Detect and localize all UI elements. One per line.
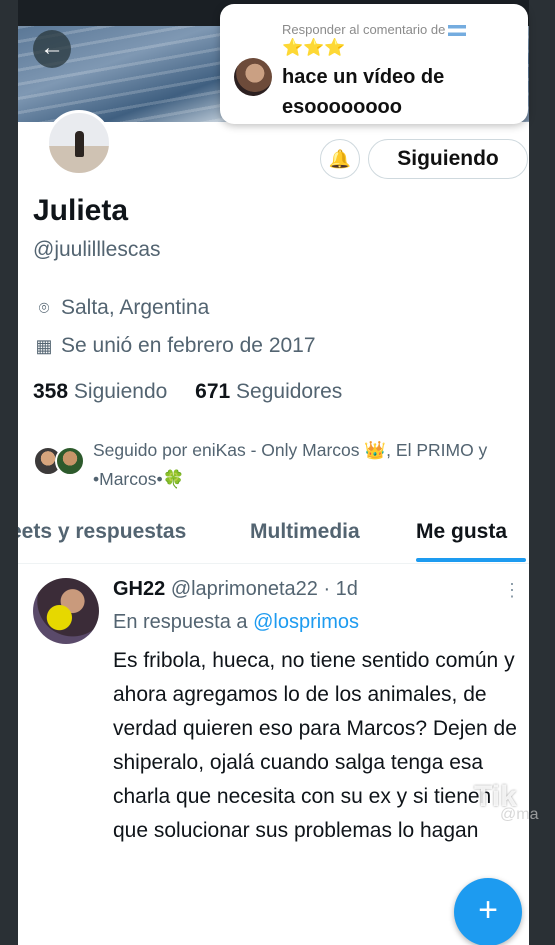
following-button[interactable]: Siguiendo — [368, 139, 528, 179]
star-emojis: ⭐⭐⭐ — [282, 38, 346, 57]
tweet-body: Es fribola, hueca, no tiene sentido comú… — [113, 649, 517, 842]
followed-by[interactable]: Seguido por eniKas - Only Marcos 👑, El P… — [33, 436, 523, 496]
following-count[interactable]: 358 — [33, 380, 68, 403]
profile-tabs: eets y respuestas Multimedia Me gusta — [18, 514, 529, 564]
followed-by-text: Seguido por eniKas - Only Marcos 👑, El P… — [93, 440, 488, 489]
profile-name: Julieta — [33, 194, 129, 227]
more-options-icon[interactable]: ⋮ — [503, 580, 521, 601]
location-row: ⌾ Salta, Argentina — [33, 296, 210, 320]
reply-overlay-header-text: Responder al comentario de — [282, 22, 446, 37]
reply-context: En respuesta a @losprimos — [113, 611, 359, 634]
joined-row: ▦ Se unió en febrero de 2017 — [33, 334, 316, 358]
joined-text: Se unió en febrero de 2017 — [61, 334, 316, 357]
reply-comment-overlay: Responder al comentario de ⭐⭐⭐ hace un v… — [220, 4, 528, 124]
followers-count[interactable]: 671 — [195, 380, 230, 403]
mutual-avatars — [33, 446, 93, 476]
tweet-author: GH22 @laprimoneta22 · 1d — [113, 578, 358, 601]
reply-overlay-header: Responder al comentario de — [282, 22, 467, 37]
tab-tweets-replies[interactable]: eets y respuestas — [18, 520, 186, 544]
reply-to-link[interactable]: @losprimos — [253, 611, 359, 633]
avatar — [55, 446, 85, 476]
tweet-time: · 1d — [323, 578, 358, 600]
tweet-author-name[interactable]: GH22 — [113, 578, 165, 600]
followers-label[interactable]: Seguidores — [236, 380, 342, 403]
active-tab-indicator — [416, 558, 526, 562]
left-edge — [0, 0, 18, 945]
back-arrow-icon[interactable]: ← — [33, 30, 71, 68]
following-label[interactable]: Siguiendo — [74, 380, 167, 403]
location-text: Salta, Argentina — [61, 296, 210, 319]
notification-bell-icon[interactable]: 🔔 — [320, 139, 360, 179]
profile-avatar[interactable] — [46, 110, 112, 176]
argentina-flag-icon — [448, 25, 467, 37]
location-pin-icon: ⌾ — [38, 298, 50, 318]
calendar-icon: ▦ — [35, 336, 53, 356]
tweet-author-handle[interactable]: @laprimoneta22 — [171, 578, 318, 600]
tab-media[interactable]: Multimedia — [250, 520, 360, 544]
tiktok-watermark-handle: @ma — [500, 806, 539, 823]
profile-handle: @juulilllescas — [33, 238, 161, 261]
reply-overlay-text: hace un vídeo de esoooooooo — [282, 66, 445, 118]
follow-stats: 358 Siguiendo 671 Seguidores — [33, 380, 342, 404]
reply-prefix: En respuesta a — [113, 611, 248, 633]
reply-overlay-avatar — [234, 58, 272, 96]
compose-tweet-button[interactable]: + — [454, 878, 522, 945]
tweet[interactable]: GH22 @laprimoneta22 · 1d ⋮ En respuesta … — [18, 566, 529, 945]
tab-likes[interactable]: Me gusta — [416, 520, 507, 544]
tweet-avatar[interactable] — [33, 578, 99, 644]
right-edge — [529, 0, 555, 945]
profile-card: ← 🔔 Siguiendo Julieta @juulilllescas ⌾ Sa… — [18, 26, 529, 945]
